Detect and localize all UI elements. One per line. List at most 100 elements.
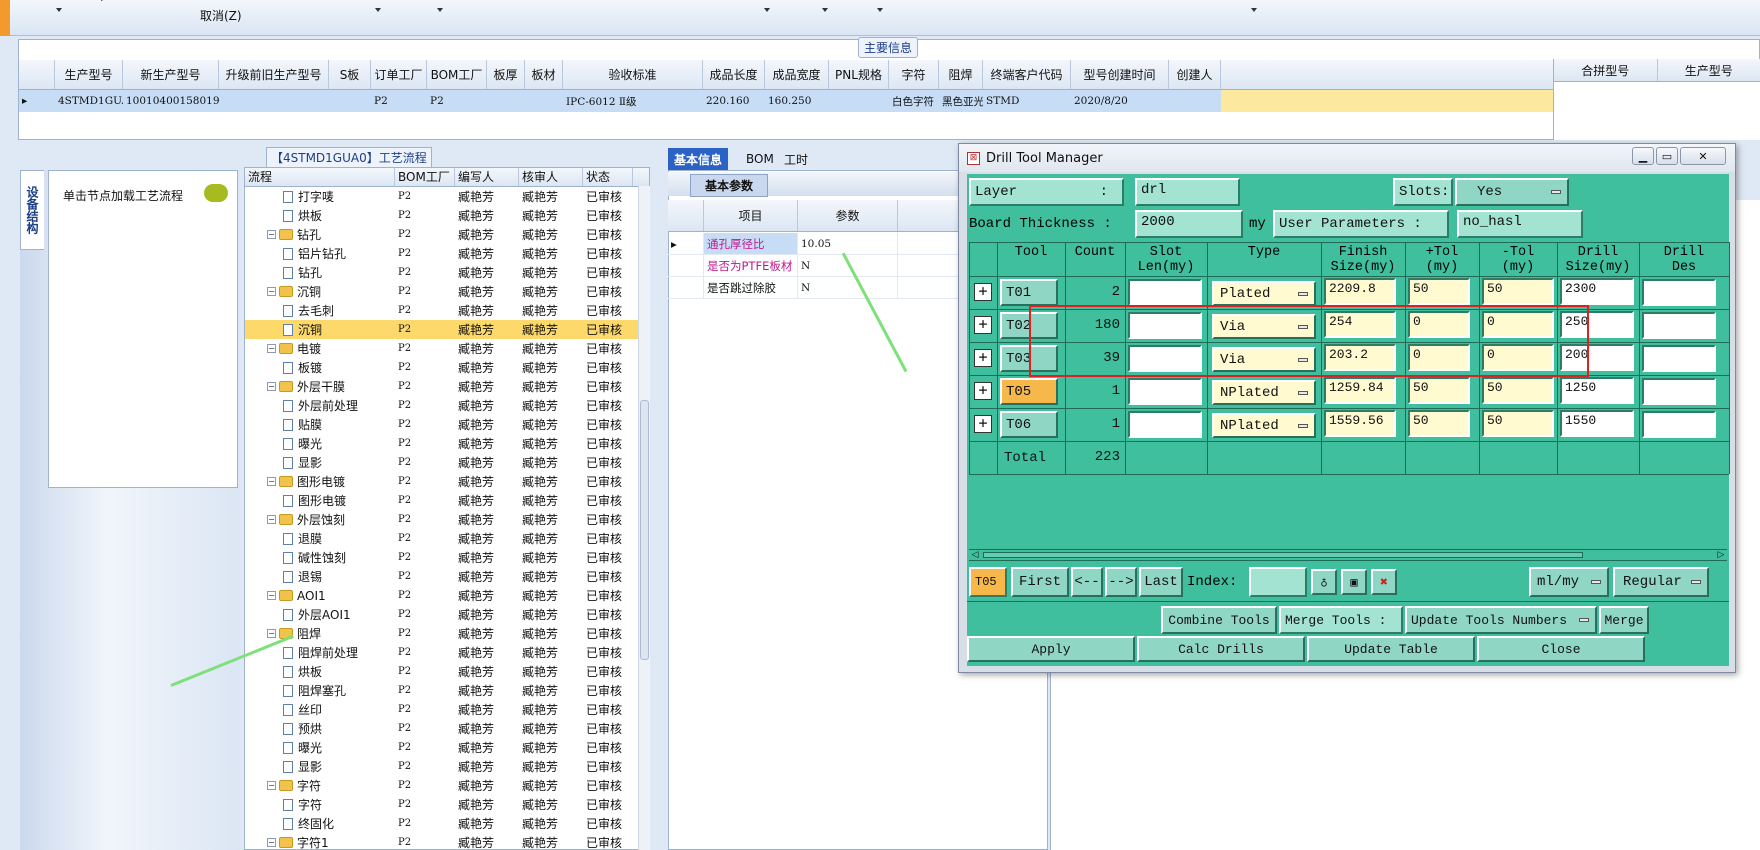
main-info-cell[interactable]: 4STMD1GUA0	[55, 90, 123, 112]
drill-des-field[interactable]	[1642, 279, 1716, 306]
scroll-right-icon[interactable]: ▷	[1715, 550, 1727, 560]
chevron-down-icon[interactable]	[764, 8, 770, 12]
index-field[interactable]	[1249, 567, 1307, 597]
type-select[interactable]: NPlated	[1212, 380, 1316, 405]
tab-equipment-structure[interactable]: 设备结构	[20, 170, 44, 250]
main-info-col-header[interactable]: 订单工厂	[371, 60, 427, 89]
main-info-col-header[interactable]: 板材	[525, 60, 563, 89]
chevron-down-icon[interactable]	[56, 8, 62, 12]
tree-row[interactable]: 曝光 P2 臧艳芳 臧艳芳 已审核	[245, 434, 649, 453]
slots-select[interactable]: Yes	[1455, 178, 1569, 206]
save-icon[interactable]: ▣	[1341, 569, 1367, 595]
calc-drills-button[interactable]: Calc Drills	[1137, 636, 1305, 662]
tree-row[interactable]: 阻焊前处理 P2 臧艳芳 臧艳芳 已审核	[245, 643, 649, 662]
merge-tools-select[interactable]: Update Tools Numbers	[1405, 606, 1597, 634]
main-info-cell[interactable]: 160.250	[765, 90, 829, 112]
main-info-cell[interactable]: STMD	[983, 90, 1071, 112]
grid-h-scroll-thumb[interactable]	[983, 552, 1583, 558]
tree-row[interactable]: 丝印 P2 臧艳芳 臧艳芳 已审核	[245, 700, 649, 719]
mtol-field[interactable]: 50	[1482, 410, 1554, 437]
main-info-col-header[interactable]: 创建人	[1169, 60, 1221, 89]
cancel-menu-item[interactable]: 取消(Z)	[200, 7, 242, 24]
tree-row[interactable]: 外层前处理 P2 臧艳芳 臧艳芳 已审核	[245, 396, 649, 415]
collapse-icon[interactable]: −	[267, 382, 276, 391]
tree-row[interactable]: 退锡 P2 臧艳芳 臧艳芳 已审核	[245, 567, 649, 586]
apply-button[interactable]: Apply	[967, 636, 1135, 662]
ptol-field[interactable]: 50	[1408, 410, 1470, 437]
first-button[interactable]: First	[1011, 567, 1069, 597]
tab-bom[interactable]: BOM	[740, 148, 780, 170]
expand-row-icon[interactable]: +	[974, 316, 992, 334]
tree-row[interactable]: − 电镀 P2 臧艳芳 臧艳芳 已审核	[245, 339, 649, 358]
main-info-col-header[interactable]: 终端客户代码	[983, 60, 1071, 89]
tree-row[interactable]: 钻孔 P2 臧艳芳 臧艳芳 已审核	[245, 263, 649, 282]
main-info-cell[interactable]: IPC-6012 Ⅱ级	[563, 90, 703, 112]
update-table-button[interactable]: Update Table	[1307, 636, 1475, 662]
ptol-field[interactable]: 50	[1408, 377, 1470, 404]
tool-button[interactable]: T06	[1000, 411, 1058, 438]
collapse-icon[interactable]: −	[267, 781, 276, 790]
chevron-down-icon[interactable]	[437, 8, 443, 12]
window-titlebar[interactable]: ⊠ Drill Tool Manager ▁ ▭ ✕	[959, 144, 1735, 172]
type-select[interactable]: NPlated	[1212, 413, 1316, 438]
chevron-down-icon[interactable]	[822, 8, 828, 12]
drill-field[interactable]: 1250	[1560, 377, 1634, 404]
expand-row-icon[interactable]: +	[974, 415, 992, 433]
tree-scrollbar-thumb[interactable]	[640, 400, 649, 660]
current-tool-field[interactable]: T05	[969, 567, 1007, 597]
main-info-cell[interactable]	[525, 90, 563, 112]
slot-length-field[interactable]	[1128, 279, 1202, 306]
mode-select[interactable]: Regular	[1613, 567, 1709, 597]
grid-h-scrollbar[interactable]: ◁ ▷	[969, 549, 1727, 561]
tree-row[interactable]: 烘板 P2 臧艳芳 臧艳芳 已审核	[245, 662, 649, 681]
tree-row[interactable]: 预烘 P2 臧艳芳 臧艳芳 已审核	[245, 719, 649, 738]
row-selector[interactable]	[668, 255, 704, 276]
tree-row[interactable]: 终固化 P2 臧艳芳 臧艳芳 已审核	[245, 814, 649, 833]
main-info-cell[interactable]	[219, 90, 329, 112]
drill-des-field[interactable]	[1642, 378, 1716, 405]
chevron-down-icon[interactable]	[877, 8, 883, 12]
main-info-col-header[interactable]: 阻焊	[939, 60, 983, 89]
unit-select[interactable]: ml/my	[1529, 567, 1609, 597]
main-info-cell[interactable]: P2	[371, 90, 427, 112]
row-selector[interactable]	[668, 277, 704, 298]
tree-row[interactable]: − 沉铜 P2 臧艳芳 臧艳芳 已审核	[245, 282, 649, 301]
main-info-col-header[interactable]: S板	[329, 60, 371, 89]
main-info-cell[interactable]	[1169, 90, 1221, 112]
main-info-cell[interactable]: 220.160	[703, 90, 765, 112]
main-info-col-header[interactable]: PNL规格	[829, 60, 889, 89]
param-value[interactable]: N	[798, 277, 898, 298]
maximize-icon[interactable]: ▭	[1656, 147, 1678, 165]
finish-field[interactable]: 1559.56	[1324, 410, 1396, 437]
drill-field[interactable]: 2300	[1560, 278, 1634, 305]
scroll-left-icon[interactable]: ◁	[969, 550, 981, 560]
tree-row[interactable]: − 外层蚀刻 P2 臧艳芳 臧艳芳 已审核	[245, 510, 649, 529]
main-info-cell[interactable]	[487, 90, 525, 112]
collapse-icon[interactable]: −	[267, 344, 276, 353]
tree-row[interactable]: 显影 P2 臧艳芳 臧艳芳 已审核	[245, 757, 649, 776]
mtol-field[interactable]: 50	[1482, 377, 1554, 404]
drill-des-field[interactable]	[1642, 312, 1716, 339]
expand-row-icon[interactable]: +	[974, 283, 992, 301]
main-info-col-header[interactable]: 生产型号	[55, 60, 123, 89]
tree-row[interactable]: 退膜 P2 臧艳芳 臧艳芳 已审核	[245, 529, 649, 548]
chat-bubble-icon[interactable]	[204, 184, 228, 202]
board-thickness-field[interactable]: 2000	[1135, 210, 1243, 238]
tree-row[interactable]: 外层AOI1 P2 臧艳芳 臧艳芳 已审核	[245, 605, 649, 624]
tree-row[interactable]: 碱性蚀刻 P2 臧艳芳 臧艳芳 已审核	[245, 548, 649, 567]
tree-row[interactable]: − 图形电镀 P2 臧艳芳 臧艳芳 已审核	[245, 472, 649, 491]
collapse-icon[interactable]: −	[267, 838, 276, 847]
tree-row[interactable]: 沉铜 P2 臧艳芳 臧艳芳 已审核	[245, 320, 649, 339]
main-info-cell[interactable]: 2020/8/20	[1071, 90, 1169, 112]
collapse-icon[interactable]: −	[267, 629, 276, 638]
slot-length-field[interactable]	[1128, 378, 1202, 405]
collapse-icon[interactable]: −	[267, 591, 276, 600]
tree-col-header[interactable]: 状态	[583, 168, 633, 186]
main-info-cell[interactable]: 10010400158019	[123, 90, 219, 112]
main-info-col-header[interactable]: 验收标准	[563, 60, 703, 89]
combine-tools-button[interactable]: Combine Tools	[1161, 606, 1277, 634]
collapse-icon[interactable]: −	[267, 230, 276, 239]
ptol-field[interactable]: 50	[1408, 278, 1470, 305]
tree-row[interactable]: 显影 P2 臧艳芳 臧艳芳 已审核	[245, 453, 649, 472]
collapse-icon[interactable]: −	[267, 515, 276, 524]
